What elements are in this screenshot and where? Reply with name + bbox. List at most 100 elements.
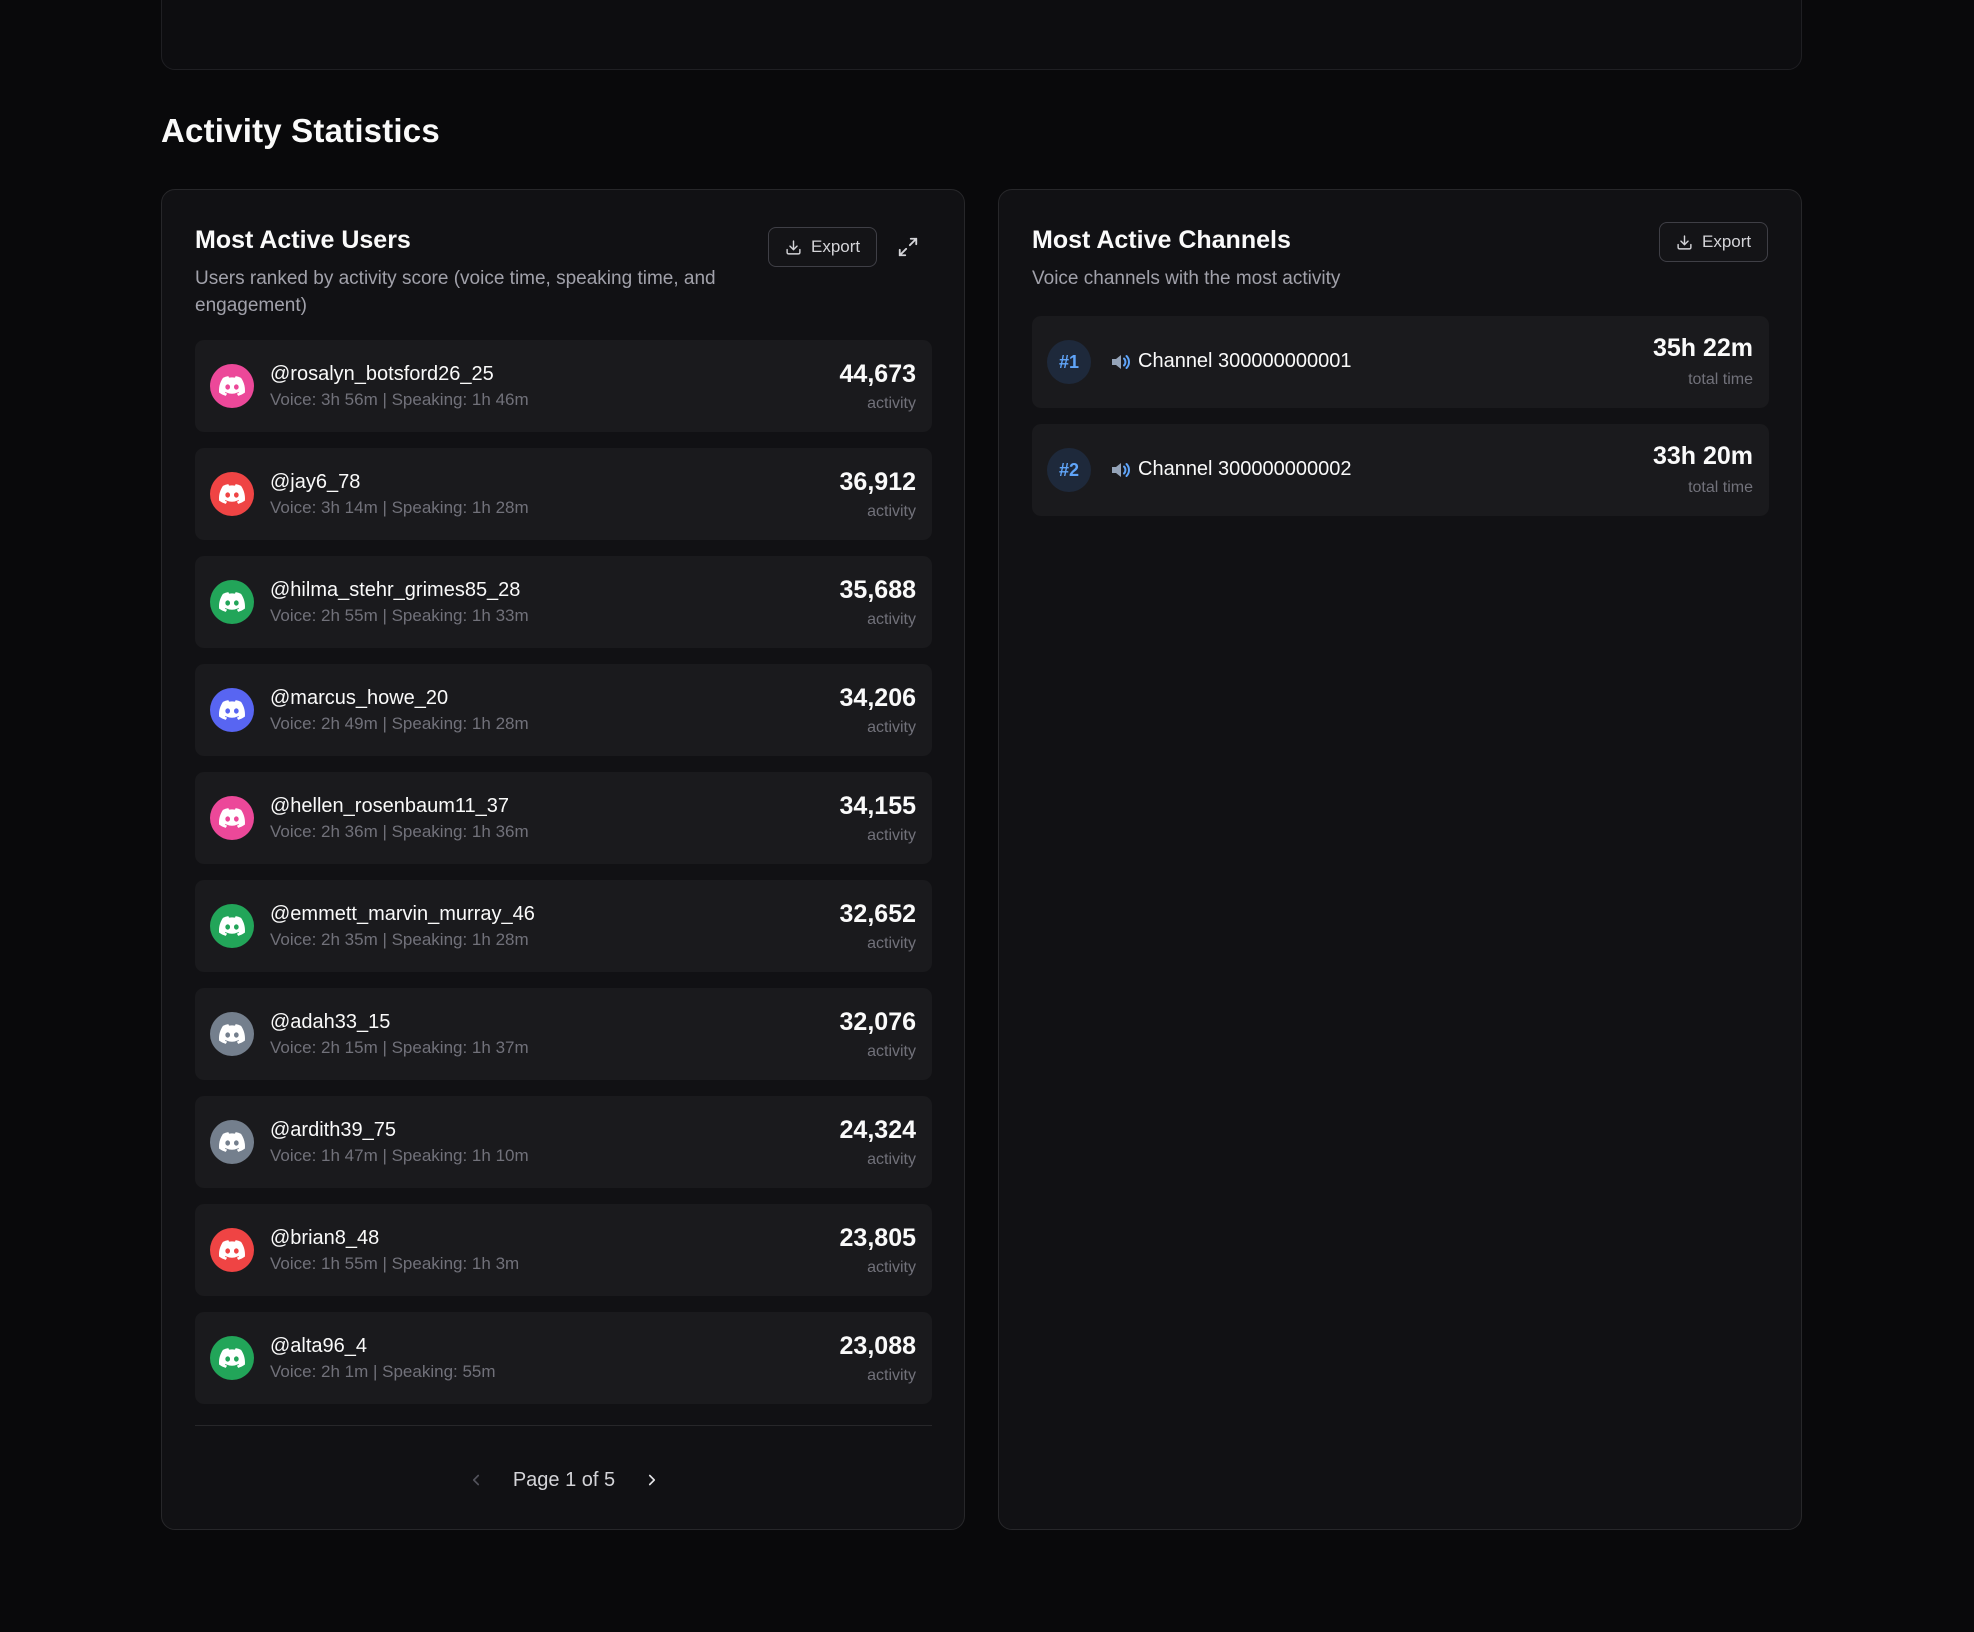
user-row[interactable]: @jay6_78 Voice: 3h 14m | Speaking: 1h 28… [195, 448, 932, 540]
user-score-label: activity [867, 1367, 916, 1384]
discord-icon [219, 592, 245, 612]
user-score-label: activity [867, 827, 916, 844]
user-name: @marcus_howe_20 [270, 687, 449, 709]
user-voice-stats: Voice: 2h 1m | Speaking: 55m [270, 1362, 496, 1381]
channels-export-label: Export [1702, 232, 1752, 251]
user-score-label: activity [867, 611, 916, 628]
user-score-label: activity [867, 503, 916, 520]
user-name: @ardith39_75 [270, 1119, 396, 1141]
user-score: 23,805 [839, 1224, 916, 1252]
user-score-label: activity [867, 719, 916, 736]
channels-export-button[interactable]: Export [1659, 222, 1769, 262]
channels-panel-title: Most Active Channels [1032, 226, 1291, 254]
discord-icon [219, 916, 245, 936]
user-score-label: activity [867, 1259, 916, 1276]
discord-icon [219, 700, 245, 720]
channel-total-time: 33h 20m [1652, 442, 1753, 470]
user-row[interactable]: @ardith39_75 Voice: 1h 47m | Speaking: 1… [195, 1096, 932, 1188]
channel-time-label: total time [1688, 479, 1753, 496]
user-name: @alta96_4 [270, 1335, 368, 1357]
user-voice-stats: Voice: 2h 15m | Speaking: 1h 37m [270, 1038, 529, 1057]
users-panel-description: Users ranked by activity score (voice ti… [195, 268, 716, 316]
user-score-label: activity [867, 395, 916, 412]
user-score: 36,912 [839, 468, 916, 496]
user-name: @adah33_15 [270, 1011, 391, 1033]
user-score-label: activity [867, 1043, 916, 1060]
user-row[interactable]: @alta96_4 Voice: 2h 1m | Speaking: 55m 2… [195, 1312, 932, 1404]
avatar [210, 904, 254, 948]
user-row[interactable]: @marcus_howe_20 Voice: 2h 49m | Speaking… [195, 664, 932, 756]
user-voice-stats: Voice: 3h 56m | Speaking: 1h 46m [270, 390, 529, 409]
user-name: @emmett_marvin_murray_46 [270, 903, 535, 925]
user-list: @rosalyn_botsford26_25 Voice: 3h 56m | S… [195, 340, 932, 1420]
discord-icon [219, 808, 245, 828]
user-score: 32,076 [839, 1008, 916, 1036]
channel-row[interactable]: #1 Channel 300000000001 35h 22m total ti… [1032, 316, 1769, 408]
chevron-right-icon [649, 1474, 656, 1486]
download-icon [786, 239, 801, 255]
expand-icon [898, 237, 918, 257]
avatar [210, 796, 254, 840]
user-voice-stats: Voice: 3h 14m | Speaking: 1h 28m [270, 498, 529, 517]
most-active-channels-panel: Most Active Channels Voice channels with… [998, 189, 1802, 1530]
user-name: @brian8_48 [270, 1227, 380, 1249]
user-voice-stats: Voice: 1h 47m | Speaking: 1h 10m [270, 1146, 529, 1165]
avatar [210, 1228, 254, 1272]
user-score: 34,206 [839, 684, 916, 712]
user-score: 35,688 [839, 576, 916, 604]
speaker-icon [1112, 463, 1130, 477]
user-score: 32,652 [839, 900, 916, 928]
user-row[interactable]: @emmett_marvin_murray_46 Voice: 2h 35m |… [195, 880, 932, 972]
users-export-label: Export [811, 237, 861, 256]
channel-row[interactable]: #2 Channel 300000000002 33h 20m total ti… [1032, 424, 1769, 516]
user-name: @hellen_rosenbaum11_37 [270, 795, 509, 817]
channel-name: Channel 300000000002 [1138, 458, 1352, 480]
user-name: @hilma_stehr_grimes85_28 [270, 579, 521, 601]
expand-button[interactable] [893, 232, 923, 262]
page-indicator: Page 1 of 5 [512, 1468, 616, 1491]
avatar [210, 1120, 254, 1164]
user-voice-stats: Voice: 2h 49m | Speaking: 1h 28m [270, 714, 529, 733]
user-voice-stats: Voice: 2h 35m | Speaking: 1h 28m [270, 930, 529, 949]
avatar [210, 1012, 254, 1056]
pagination: Page 1 of 5 [162, 1460, 966, 1500]
user-score: 44,673 [839, 360, 916, 388]
chevron-left-icon [472, 1474, 479, 1486]
discord-icon [219, 1132, 245, 1152]
avatar [210, 688, 254, 732]
discord-icon [219, 1240, 245, 1260]
user-row[interactable]: @brian8_48 Voice: 1h 55m | Speaking: 1h … [195, 1204, 932, 1296]
channel-total-time: 35h 22m [1652, 334, 1753, 362]
channel-time-label: total time [1688, 371, 1753, 388]
speaker-icon [1112, 355, 1130, 369]
discord-icon [219, 1348, 245, 1368]
channels-panel-description: Voice channels with the most activity [1032, 268, 1341, 289]
user-voice-stats: Voice: 1h 55m | Speaking: 1h 3m [270, 1254, 520, 1273]
user-row[interactable]: @hilma_stehr_grimes85_28 Voice: 2h 55m |… [195, 556, 932, 648]
avatar [210, 1336, 254, 1380]
avatar [210, 472, 254, 516]
user-row[interactable]: @adah33_15 Voice: 2h 15m | Speaking: 1h … [195, 988, 932, 1080]
channel-name: Channel 300000000001 [1138, 350, 1352, 372]
avatar [210, 580, 254, 624]
user-row[interactable]: @rosalyn_botsford26_25 Voice: 3h 56m | S… [195, 340, 932, 432]
section-title: Activity Statistics [161, 112, 440, 149]
user-score-label: activity [867, 1151, 916, 1168]
user-score: 34,155 [839, 792, 916, 820]
user-score: 23,088 [839, 1332, 916, 1360]
user-row[interactable]: @hellen_rosenbaum11_37 Voice: 2h 36m | S… [195, 772, 932, 864]
user-score: 24,324 [839, 1116, 916, 1144]
user-voice-stats: Voice: 2h 55m | Speaking: 1h 33m [270, 606, 529, 625]
users-export-button[interactable]: Export [768, 227, 878, 267]
rank-badge: #2 [1047, 448, 1091, 492]
avatar [210, 364, 254, 408]
channel-list: #1 Channel 300000000001 35h 22m total ti… [1032, 316, 1769, 532]
user-score-label: activity [867, 935, 916, 952]
next-page-button[interactable] [639, 1467, 665, 1493]
previous-page-button[interactable] [463, 1467, 489, 1493]
previous-card [161, 0, 1802, 70]
rank-badge: #1 [1047, 340, 1091, 384]
pagination-divider [195, 1425, 932, 1426]
users-panel-title: Most Active Users [195, 226, 411, 254]
discord-icon [219, 484, 245, 504]
